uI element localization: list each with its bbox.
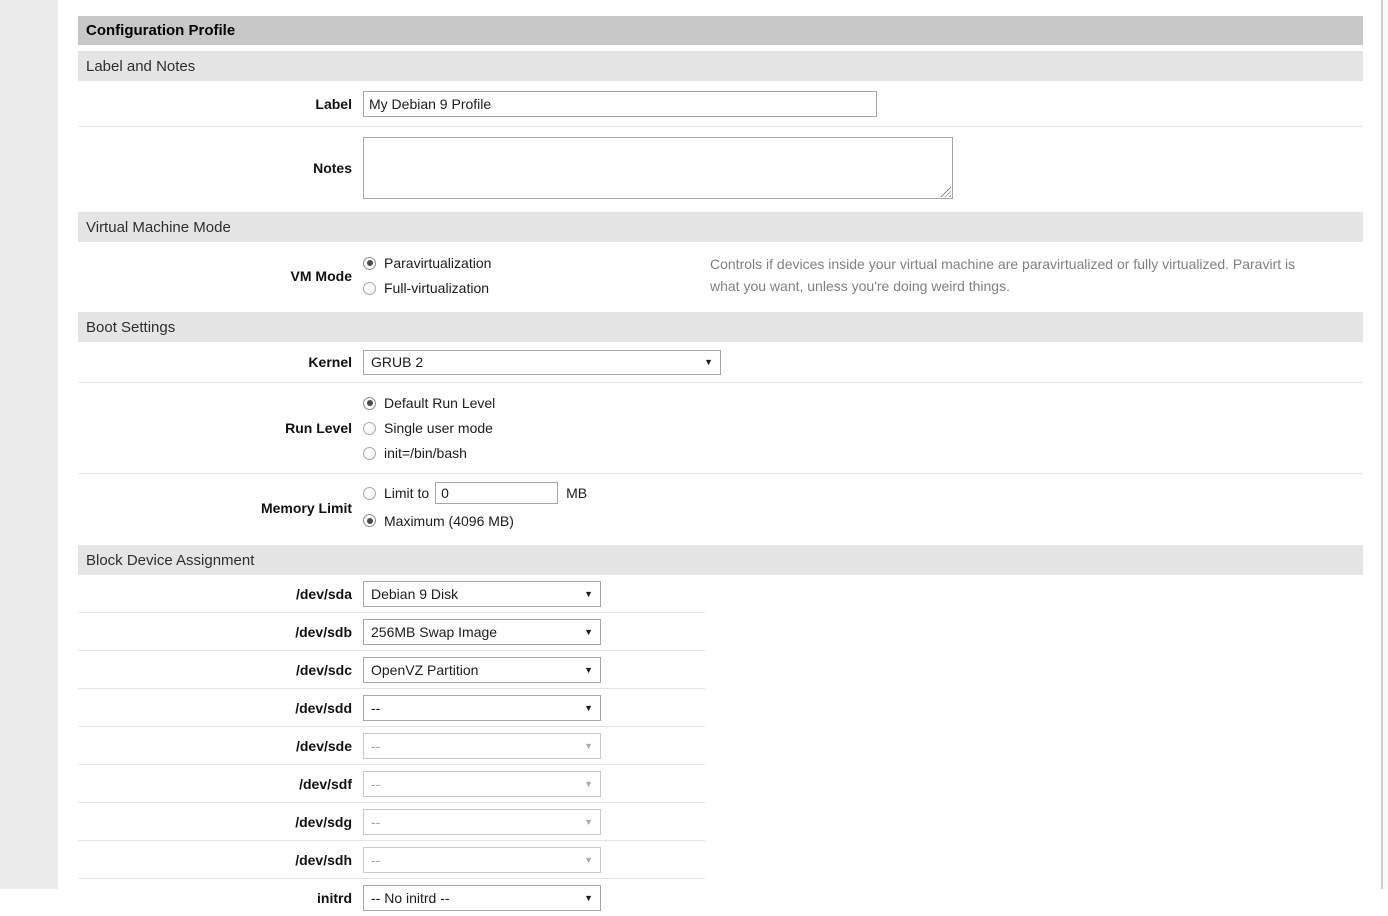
radio-option-label[interactable]: Paravirtualization [384, 255, 491, 271]
run-level-row: Run Level Default Run Level Single user … [78, 383, 1363, 473]
block-device-label: /dev/sdf [78, 776, 352, 792]
page-title: Configuration Profile [78, 16, 1363, 45]
block-device-row: /dev/sdf -- ▼ [78, 765, 1363, 802]
radio-option-label[interactable]: Single user mode [384, 420, 493, 436]
select-value: -- [371, 700, 380, 716]
notes-row: Notes [78, 127, 1363, 209]
vm-mode-label: VM Mode [78, 268, 352, 284]
section-header-boot-settings: Boot Settings [78, 312, 1363, 342]
dropdown-arrow-icon: ▼ [584, 589, 593, 599]
block-device-select-sdd[interactable]: -- ▼ [363, 695, 601, 721]
block-device-row: /dev/sdc OpenVZ Partition ▼ [78, 651, 1363, 688]
initrd-label: initrd [78, 890, 352, 906]
select-value: OpenVZ Partition [371, 662, 478, 678]
block-device-label: /dev/sdg [78, 814, 352, 830]
select-value: -- [371, 814, 380, 830]
select-value: GRUB 2 [371, 354, 423, 370]
block-device-label: /dev/sde [78, 738, 352, 754]
radio-icon[interactable] [363, 422, 376, 435]
notes-textarea[interactable] [363, 137, 953, 199]
dropdown-arrow-icon: ▼ [584, 779, 593, 789]
dropdown-arrow-icon: ▼ [584, 817, 593, 827]
block-device-label: /dev/sdc [78, 662, 352, 678]
dropdown-arrow-icon: ▼ [584, 855, 593, 865]
vm-mode-row: VM Mode Paravirtualization Full-virtuali… [78, 242, 1363, 309]
section-header-virtual-machine-mode: Virtual Machine Mode [78, 212, 1363, 242]
block-device-select-sdf: -- ▼ [363, 771, 601, 797]
radio-icon[interactable] [363, 397, 376, 410]
memory-limit-label: Memory Limit [78, 500, 352, 516]
kernel-label: Kernel [78, 354, 352, 370]
initrd-row: initrd -- No initrd -- ▼ [78, 879, 1363, 916]
configuration-profile-form: Configuration Profile Label and Notes La… [78, 16, 1363, 916]
section-header-block-device-assignment: Block Device Assignment [78, 545, 1363, 575]
block-device-select-sdg: -- ▼ [363, 809, 601, 835]
block-device-row: /dev/sda Debian 9 Disk ▼ [78, 575, 1363, 612]
block-device-row: /dev/sdh -- ▼ [78, 841, 1363, 878]
label-row: Label [78, 81, 1363, 126]
dropdown-arrow-icon: ▼ [584, 627, 593, 637]
radio-option-label[interactable]: Limit to [384, 485, 429, 501]
memory-limit-option-limit-to[interactable]: Limit to MB [363, 481, 587, 506]
block-device-select-sde: -- ▼ [363, 733, 601, 759]
kernel-select[interactable]: GRUB 2 ▼ [363, 350, 721, 375]
radio-icon[interactable] [363, 447, 376, 460]
initrd-select[interactable]: -- No initrd -- ▼ [363, 885, 601, 911]
dropdown-arrow-icon: ▼ [584, 741, 593, 751]
block-device-label: /dev/sdd [78, 700, 352, 716]
scrollbar-track [1381, 0, 1383, 889]
dropdown-arrow-icon: ▼ [584, 703, 593, 713]
vm-mode-option-paravirtualization[interactable]: Paravirtualization [363, 251, 710, 276]
notes-field-label: Notes [78, 160, 352, 176]
radio-icon[interactable] [363, 487, 376, 500]
block-device-row: /dev/sdg -- ▼ [78, 803, 1363, 840]
select-value: Debian 9 Disk [371, 586, 458, 602]
radio-icon[interactable] [363, 282, 376, 295]
section-header-label-and-notes: Label and Notes [78, 51, 1363, 81]
run-level-option-single-user[interactable]: Single user mode [363, 416, 495, 441]
block-device-select-sda[interactable]: Debian 9 Disk ▼ [363, 581, 601, 607]
select-value: -- [371, 852, 380, 868]
block-device-row: /dev/sdb 256MB Swap Image ▼ [78, 613, 1363, 650]
select-value: -- [371, 776, 380, 792]
run-level-option-default[interactable]: Default Run Level [363, 391, 495, 416]
radio-option-label[interactable]: Full-virtualization [384, 280, 489, 296]
block-device-label: /dev/sdh [78, 852, 352, 868]
label-input[interactable] [363, 91, 877, 117]
select-value: 256MB Swap Image [371, 624, 497, 640]
run-level-option-init-bin-bash[interactable]: init=/bin/bash [363, 441, 495, 466]
radio-icon[interactable] [363, 514, 376, 527]
vm-mode-help-text: Controls if devices inside your virtual … [710, 254, 1318, 297]
memory-limit-row: Memory Limit Limit to MB Maximum (4096 M… [78, 474, 1363, 542]
radio-icon[interactable] [363, 257, 376, 270]
memory-limit-option-maximum[interactable]: Maximum (4096 MB) [363, 506, 587, 536]
block-device-select-sdh: -- ▼ [363, 847, 601, 873]
block-device-row: /dev/sdd -- ▼ [78, 689, 1363, 726]
radio-option-label[interactable]: init=/bin/bash [384, 445, 467, 461]
dropdown-arrow-icon: ▼ [584, 893, 593, 903]
kernel-row: Kernel GRUB 2 ▼ [78, 342, 1363, 382]
dropdown-arrow-icon: ▼ [704, 357, 713, 367]
label-field-label: Label [78, 96, 352, 112]
scrollbar[interactable] [1381, 0, 1388, 889]
run-level-label: Run Level [78, 420, 352, 436]
block-device-select-sdb[interactable]: 256MB Swap Image ▼ [363, 619, 601, 645]
radio-option-label[interactable]: Maximum (4096 MB) [384, 513, 514, 529]
memory-limit-input[interactable] [435, 482, 558, 504]
vm-mode-option-full-virtualization[interactable]: Full-virtualization [363, 276, 710, 301]
block-device-row: /dev/sde -- ▼ [78, 727, 1363, 764]
select-value: -- [371, 738, 380, 754]
block-device-label: /dev/sda [78, 586, 352, 602]
radio-option-label[interactable]: Default Run Level [384, 395, 495, 411]
select-value: -- No initrd -- [371, 890, 450, 906]
block-device-label: /dev/sdb [78, 624, 352, 640]
memory-limit-unit: MB [566, 485, 587, 501]
left-gutter [0, 0, 58, 889]
dropdown-arrow-icon: ▼ [584, 665, 593, 675]
block-device-select-sdc[interactable]: OpenVZ Partition ▼ [363, 657, 601, 683]
